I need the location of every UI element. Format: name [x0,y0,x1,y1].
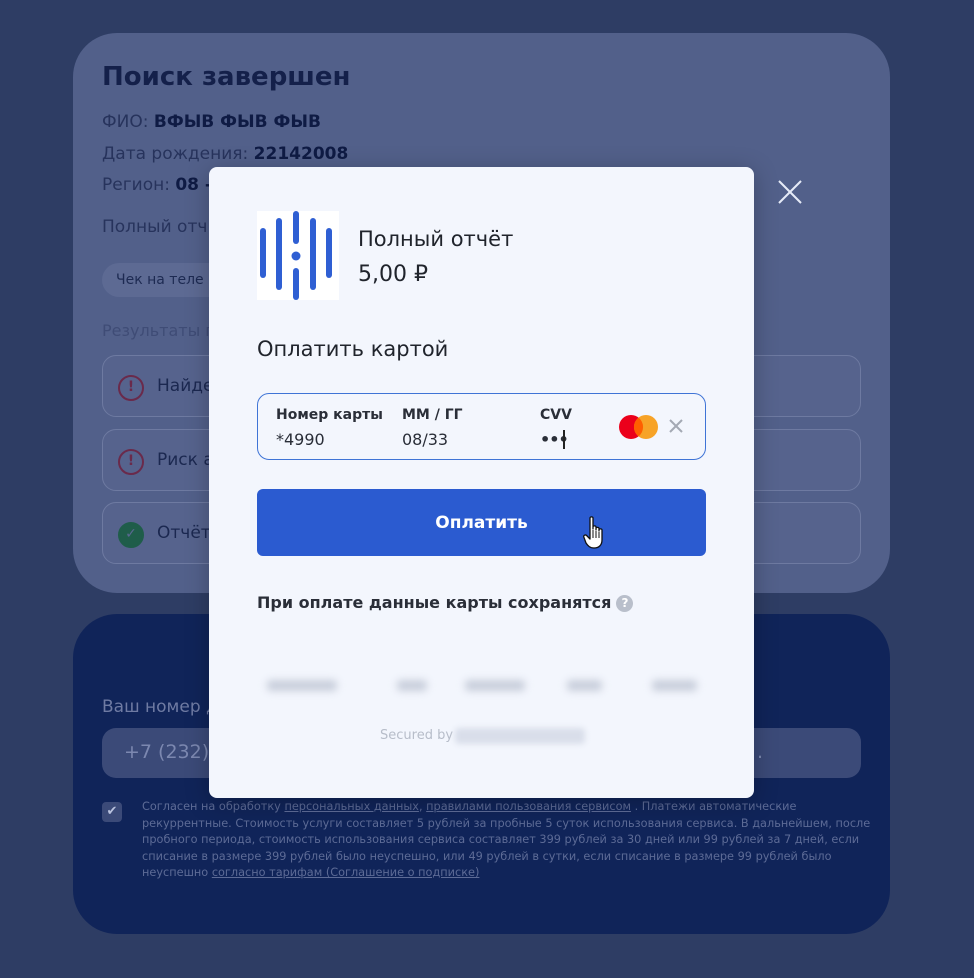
personal-data-link[interactable]: персональных данных [284,800,419,813]
consent-checkbox[interactable]: ✔ [102,802,122,822]
result-text: Отчёт [157,523,211,543]
result-text: Найде [157,376,214,396]
card-number-input[interactable]: *4990 [276,430,325,449]
product-name: Полный отчёт [358,227,514,251]
pay-button[interactable]: Оплатить [257,489,706,556]
payment-systems-logos [267,671,707,701]
provider-logo [455,728,585,744]
secured-by-label: Secured by [380,728,454,743]
phone-tail: . [756,741,763,763]
dob-line: Дата рождения: 22142008 [102,144,349,164]
close-icon[interactable] [776,178,804,206]
region-line: Регион: 08 - [102,175,212,195]
rules-link[interactable]: правилами пользования сервисом [426,800,631,813]
phone-label: Ваш номер д [102,697,218,717]
results-label: Результаты п [102,321,216,340]
cvv-label: CVV [540,407,572,423]
check-icon: ✓ [118,522,144,548]
fio-line: ФИО: ВФЫВ ФЫВ ФЫВ [102,112,321,132]
save-card-note: При оплате данные карты сохранятся? [257,593,634,612]
card-input-group: Номер карты *4990 ММ / ГГ 08/33 CVV ••• [257,393,706,460]
result-text: Риск а [157,450,214,470]
terms-text: Согласен на обработку персональных данны… [142,800,871,879]
tariffs-link[interactable]: согласно тарифам (Соглашение о подписке) [212,866,480,879]
question-icon[interactable]: ? [616,595,634,612]
report-label: Полный отч [102,217,208,237]
payment-modal: Полный отчёт 5,00 ₽ Оплатить картой Номе… [209,167,754,798]
expiry-label: ММ / ГГ [402,407,463,423]
product-logo [257,211,339,300]
phone-value: +7 (232) [124,741,210,763]
clear-icon[interactable] [668,418,684,434]
mastercard-icon [619,415,658,439]
product-price: 5,00 ₽ [358,262,428,287]
pay-by-card-title: Оплатить картой [257,337,449,361]
warning-icon: ! [118,449,144,475]
text-caret [563,430,565,449]
card-number-label: Номер карты [276,407,383,423]
expiry-input[interactable]: 08/33 [402,430,448,449]
warning-icon: ! [118,375,144,401]
page-title: Поиск завершен [102,62,351,92]
